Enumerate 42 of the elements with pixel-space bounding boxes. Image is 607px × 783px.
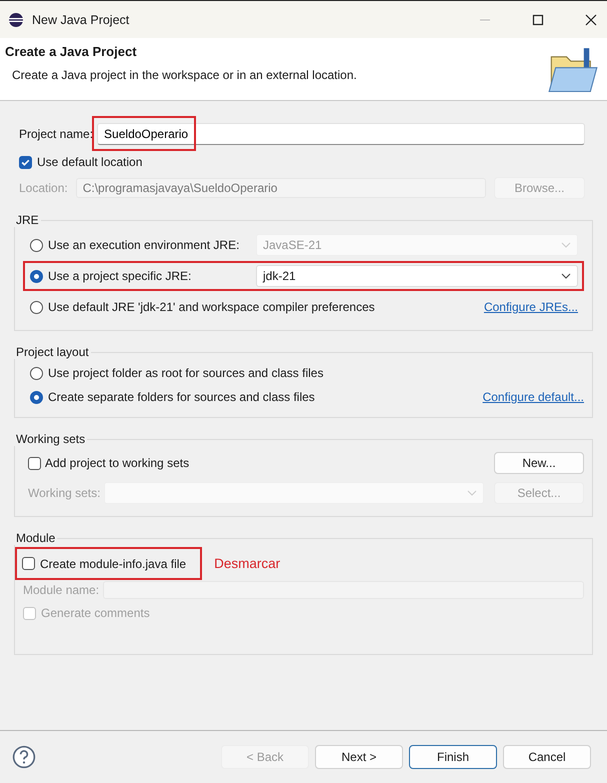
radio-button[interactable] — [30, 270, 43, 282]
help-icon[interactable] — [12, 745, 36, 769]
eclipse-logo-icon — [8, 12, 24, 28]
radio-label: Create separate folders for sources and class files — [48, 390, 315, 404]
jre-dropdown[interactable]: jdk-21 — [256, 265, 578, 287]
radio-label: Use an execution environment JRE: — [48, 238, 240, 252]
dialog-button[interactable]: Cancel — [503, 745, 591, 769]
close-icon[interactable] — [585, 14, 597, 26]
radio-label: Use project folder as root for sources and class files — [48, 366, 324, 380]
checkbox-label: Add project to working sets — [45, 456, 190, 470]
radio-button[interactable] — [30, 390, 43, 404]
radio-button[interactable] — [30, 238, 43, 252]
radio-button[interactable] — [30, 300, 43, 314]
checkbox-label: Create module-info.java file — [40, 556, 186, 570]
checkbox[interactable] — [19, 156, 32, 168]
group-title: JRE — [15, 213, 40, 227]
checkbox-label: Use default location — [37, 155, 142, 169]
caret-icon — [467, 490, 477, 496]
radio-label: Use default JRE 'jdk-21' and workspace compiler preferences — [48, 300, 375, 314]
group-title: Working sets — [15, 432, 86, 446]
checkbox-label: Generate comments — [41, 606, 150, 620]
maximize-icon[interactable] — [532, 14, 544, 26]
group-title: Project layout — [15, 345, 90, 359]
dialog-button[interactable]: Next > — [315, 745, 403, 769]
radio-label: Use a project specific JRE: — [48, 269, 192, 283]
group-title: Module — [15, 531, 56, 545]
window-title: New Java Project — [32, 12, 130, 26]
page-title: Create a Java Project — [5, 44, 138, 59]
annotation-text: Desmarcar — [214, 556, 280, 571]
project-name-label: Project name: — [19, 127, 94, 141]
module-name-label: Module name: — [23, 583, 100, 597]
working-sets-label: Working sets: — [28, 486, 100, 500]
radio-button[interactable] — [30, 366, 43, 380]
dialog-button[interactable]: Finish — [409, 745, 497, 769]
caret-icon — [561, 242, 571, 248]
caret-icon — [561, 273, 571, 279]
page-description: Create a Java project in the workspace or in an external location. — [11, 68, 358, 82]
configure-link[interactable]: Configure default... — [482, 390, 584, 404]
configure-link[interactable]: Configure JREs... — [484, 300, 578, 314]
module-name-field[interactable] — [103, 581, 584, 599]
project-name-field[interactable]: SueldoOperario — [97, 123, 585, 145]
location-label: Location: — [19, 181, 68, 195]
